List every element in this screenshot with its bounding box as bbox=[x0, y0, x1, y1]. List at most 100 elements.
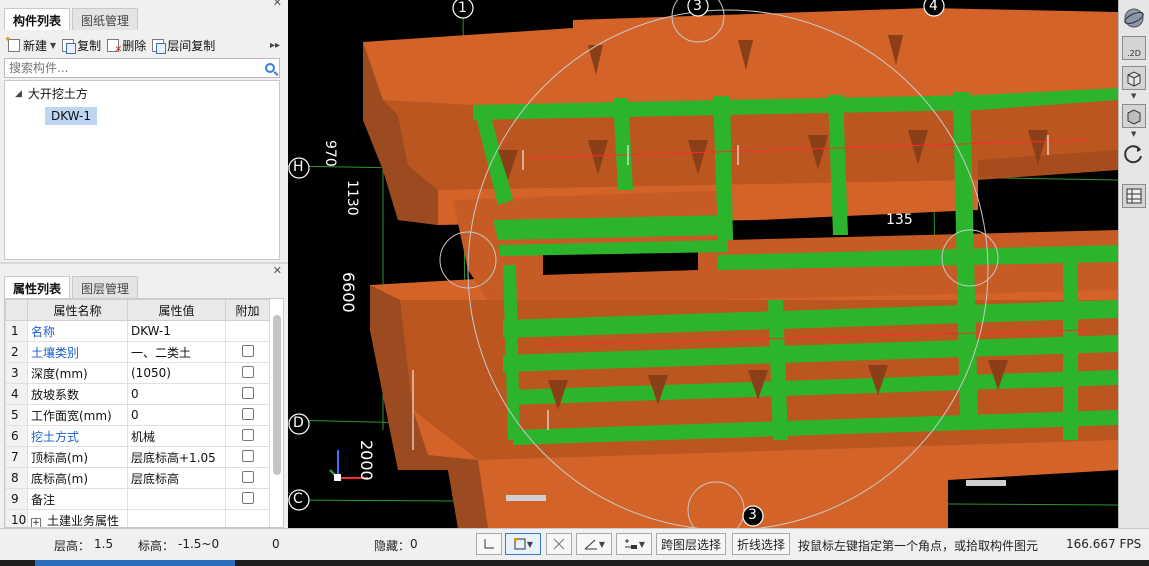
table-row[interactable]: 4 放坡系数 0 bbox=[5, 383, 270, 405]
table-row[interactable]: 9 备注 bbox=[5, 488, 270, 510]
chevron-down-icon[interactable]: ▼ bbox=[527, 540, 533, 549]
taskbar bbox=[0, 560, 1149, 566]
chevron-down-icon[interactable]: ▼ bbox=[599, 540, 605, 549]
attach-cell bbox=[225, 320, 270, 342]
chevron-down-icon[interactable]: ▼ bbox=[50, 41, 56, 50]
vertical-scrollbar[interactable] bbox=[272, 313, 282, 493]
rotate-icon[interactable] bbox=[1122, 142, 1146, 166]
table-row[interactable]: 3 深度(mm) (1050) bbox=[5, 362, 270, 384]
property-name: 土壤类别 bbox=[27, 341, 128, 363]
table-row[interactable]: 10 + 土建业务属性 bbox=[5, 509, 270, 527]
expand-icon[interactable]: + bbox=[31, 517, 41, 527]
property-value[interactable]: 层底标高 bbox=[127, 467, 226, 489]
chevron-down-icon[interactable]: ▼ bbox=[1131, 92, 1136, 100]
attach-checkbox[interactable] bbox=[241, 407, 254, 420]
property-value[interactable]: DKW-1 bbox=[127, 320, 226, 342]
property-value[interactable]: 机械 bbox=[127, 425, 226, 447]
table-row[interactable]: 7 顶标高(m) 层底标高+1.05 bbox=[5, 446, 270, 468]
attach-checkbox[interactable] bbox=[241, 386, 254, 399]
orthogonal-icon bbox=[484, 539, 494, 549]
property-name: 挖土方式 bbox=[27, 425, 128, 447]
box-view-icon[interactable] bbox=[1122, 104, 1146, 128]
table-row[interactable]: 8 底标高(m) 层底标高 bbox=[5, 467, 270, 489]
table-row[interactable]: 6 挖土方式 机械 bbox=[5, 425, 270, 447]
new-icon bbox=[4, 35, 20, 52]
property-name: 名称 bbox=[27, 320, 128, 342]
attach-cell bbox=[225, 446, 270, 468]
2d-view-icon[interactable]: .2D bbox=[1122, 36, 1146, 60]
line-style-toggle[interactable]: ▼ bbox=[616, 533, 652, 555]
row-number: 9 bbox=[5, 488, 28, 510]
hidden-label: 隐藏： bbox=[374, 539, 411, 553]
collapse-icon[interactable]: ◢ bbox=[15, 89, 22, 99]
cross-toggle[interactable] bbox=[546, 533, 572, 555]
dimension-970: 970 bbox=[322, 140, 338, 167]
component-tabs: 构件列表 图纸管理 bbox=[4, 8, 140, 30]
floor-copy-button[interactable]: 层间复制 bbox=[152, 37, 215, 54]
tab-property-list[interactable]: 属性列表 bbox=[4, 276, 71, 298]
polyline-select-button[interactable]: 折线选择 bbox=[732, 533, 790, 555]
search-icon[interactable] bbox=[265, 63, 275, 73]
property-name: + 土建业务属性 bbox=[27, 509, 128, 527]
3d-viewport[interactable]: 1 3 4 H D C 3 970 1130 6600 2000 135 bbox=[288, 0, 1118, 528]
taskbar-active-item[interactable] bbox=[35, 560, 235, 566]
orthogonal-toggle[interactable] bbox=[476, 533, 502, 555]
attach-checkbox[interactable] bbox=[241, 365, 254, 378]
close-icon[interactable]: ✕ bbox=[273, 0, 282, 9]
row-number: 8 bbox=[5, 467, 28, 489]
property-value[interactable]: 0 bbox=[127, 404, 226, 426]
property-name: 放坡系数 bbox=[27, 383, 128, 405]
property-name: 备注 bbox=[27, 488, 128, 510]
chevron-down-icon[interactable]: ▼ bbox=[1131, 130, 1136, 138]
snap-toggle[interactable]: ▼ bbox=[505, 533, 541, 555]
close-icon[interactable]: ✕ bbox=[273, 264, 282, 277]
dimension-135: 135 bbox=[886, 212, 913, 228]
property-value[interactable] bbox=[127, 509, 226, 527]
hidden-value: 0 bbox=[410, 537, 418, 551]
panel-divider[interactable] bbox=[0, 262, 288, 264]
attach-checkbox[interactable] bbox=[241, 491, 254, 504]
floor-copy-icon bbox=[152, 38, 167, 54]
row-number: 10 bbox=[5, 509, 28, 527]
attach-cell bbox=[225, 425, 270, 447]
table-row[interactable]: 1 名称 DKW-1 bbox=[5, 320, 270, 342]
attach-cell bbox=[225, 509, 270, 527]
property-value[interactable]: 0 bbox=[127, 383, 226, 405]
layer-view-icon[interactable] bbox=[1122, 184, 1146, 208]
attach-checkbox[interactable] bbox=[241, 470, 254, 483]
attach-cell bbox=[225, 341, 270, 363]
property-value[interactable] bbox=[127, 488, 226, 510]
more-icon[interactable]: ▸▸ bbox=[270, 40, 280, 51]
attach-checkbox[interactable] bbox=[241, 449, 254, 462]
attach-checkbox[interactable] bbox=[241, 428, 254, 441]
chevron-down-icon[interactable]: ▼ bbox=[639, 540, 645, 549]
delete-button[interactable]: 删除 bbox=[107, 37, 146, 55]
search-input[interactable] bbox=[9, 61, 249, 75]
cube-view-icon[interactable] bbox=[1122, 66, 1146, 90]
tab-component-list[interactable]: 构件列表 bbox=[4, 8, 71, 30]
table-row[interactable]: 2 土壤类别 一、二类土 bbox=[5, 341, 270, 363]
property-value[interactable]: (1050) bbox=[127, 362, 226, 384]
copy-button[interactable]: 复制 bbox=[62, 37, 101, 54]
property-table: 属性名称 属性值 附加 1 名称 DKW-1 2 土壤类别 一、二类土 3 深度(mm) (10… bbox=[5, 299, 270, 527]
tree-node-root[interactable]: ◢ 大开挖土方 bbox=[15, 85, 88, 102]
new-button[interactable]: 新建 ▼ bbox=[4, 35, 56, 54]
property-table-container: 属性名称 属性值 附加 1 名称 DKW-1 2 土壤类别 一、二类土 3 深度(mm) (10… bbox=[4, 298, 284, 528]
table-row[interactable]: 5 工作面宽(mm) 0 bbox=[5, 404, 270, 426]
view-toolbar: .2D ▼ ▼ bbox=[1118, 0, 1149, 528]
property-value[interactable]: 一、二类土 bbox=[127, 341, 226, 363]
dynamic-observe-icon[interactable] bbox=[1122, 6, 1146, 30]
table-header: 属性名称 属性值 附加 bbox=[5, 299, 270, 321]
attach-checkbox[interactable] bbox=[241, 344, 254, 357]
tab-layer-management[interactable]: 图层管理 bbox=[72, 276, 139, 298]
attach-cell bbox=[225, 383, 270, 405]
cross-layer-select-button[interactable]: 跨图层选择 bbox=[656, 533, 726, 555]
tab-drawing-management[interactable]: 图纸管理 bbox=[72, 8, 139, 30]
property-value[interactable]: 层底标高+1.05 bbox=[127, 446, 226, 468]
property-name: 底标高(m) bbox=[27, 467, 128, 489]
angle-toggle[interactable]: ▼ bbox=[576, 533, 612, 555]
scrollbar-thumb[interactable] bbox=[273, 315, 281, 475]
tree-node-dkw-1[interactable]: DKW-1 bbox=[45, 107, 98, 125]
angle-icon bbox=[584, 539, 597, 550]
label-marker bbox=[506, 495, 546, 501]
